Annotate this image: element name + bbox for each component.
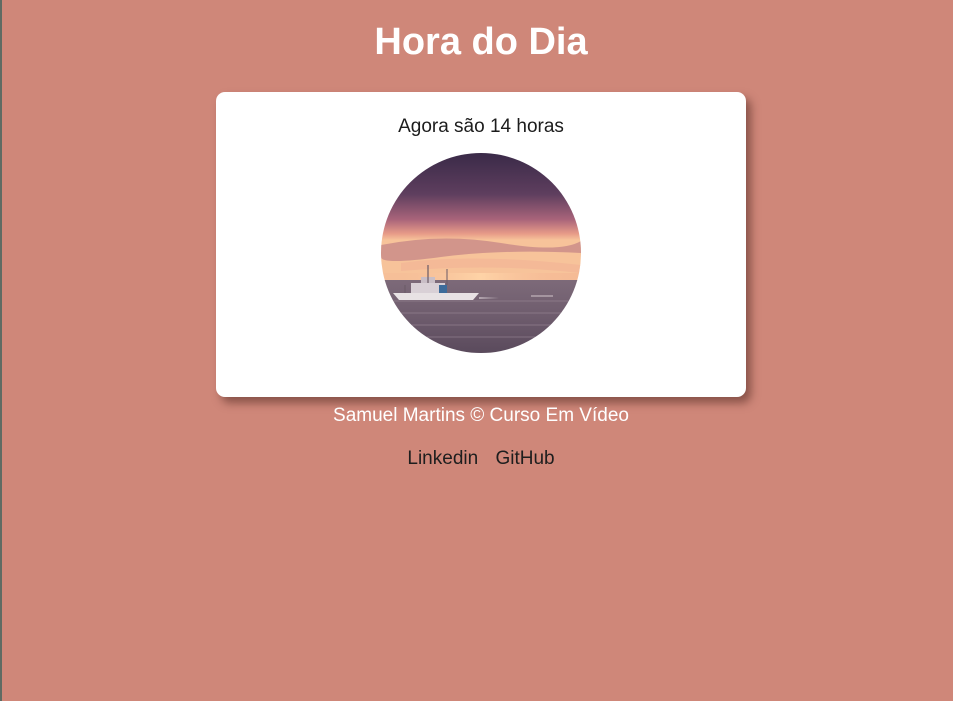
page-title: Hora do Dia: [374, 21, 588, 63]
sunset-boat-illustration: [381, 153, 581, 353]
period-photo: [381, 153, 581, 353]
time-card: Agora são 14 horas: [216, 92, 746, 397]
footer-credit: Samuel Martins © Curso Em Vídeo: [333, 405, 629, 426]
github-link[interactable]: GitHub: [495, 448, 554, 469]
footer-links: Linkedin GitHub: [0, 447, 953, 471]
time-message: Agora são 14 horas: [398, 116, 564, 137]
linkedin-link[interactable]: Linkedin: [407, 448, 478, 469]
window-left-edge: [0, 0, 2, 701]
